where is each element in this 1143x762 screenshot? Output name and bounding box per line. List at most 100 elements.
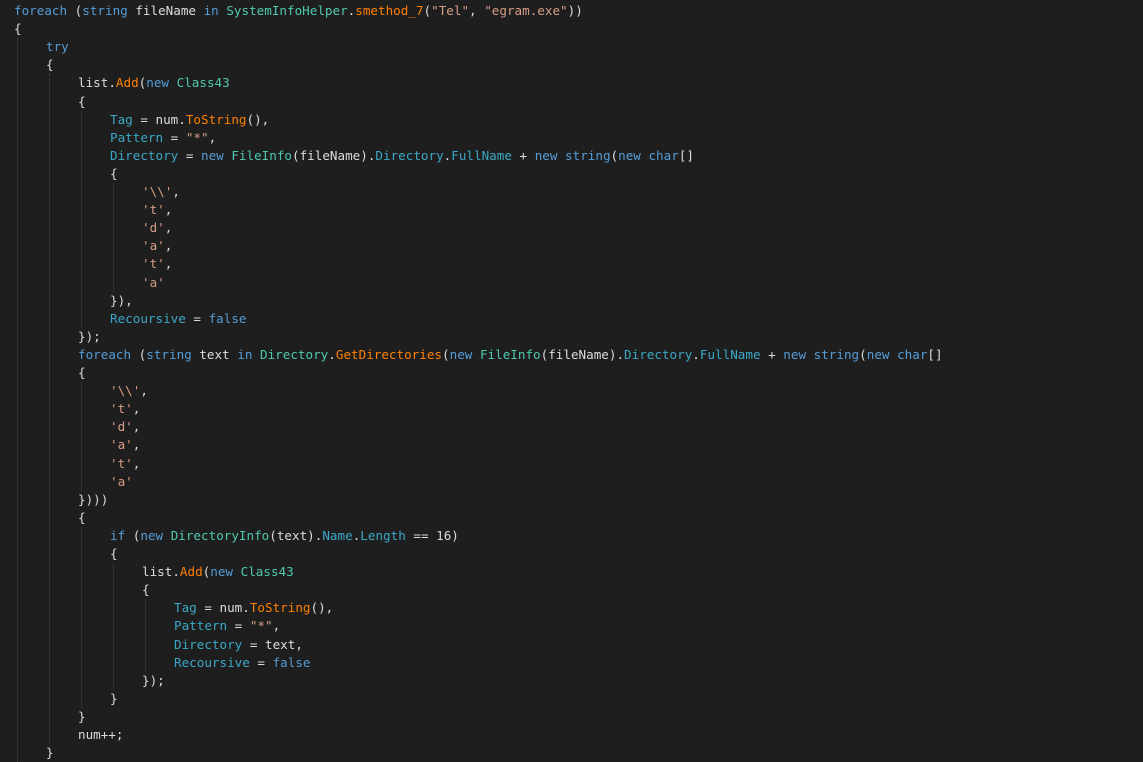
code-token: "*" [249, 618, 273, 634]
code-line[interactable]: Pattern = "*", [110, 129, 216, 147]
code-line[interactable]: }), [110, 292, 133, 310]
code-line[interactable]: Pattern = "*", [174, 617, 280, 635]
code-token: , [164, 256, 173, 272]
code-token: Directory [624, 346, 693, 362]
code-token: } [46, 745, 54, 761]
code-line[interactable]: }))) [78, 491, 108, 509]
code-line[interactable]: 'd', [142, 219, 172, 237]
code-line[interactable]: { [14, 20, 22, 38]
code-token: = [249, 654, 273, 670]
code-line[interactable]: 'a', [110, 436, 140, 454]
code-token: = text, [242, 636, 303, 652]
code-line[interactable]: foreach (string text in Directory.GetDir… [78, 346, 943, 364]
code-token: (), [310, 600, 334, 616]
code-line[interactable]: Directory = new FileInfo(fileName).Direc… [110, 147, 694, 165]
code-line[interactable]: { [78, 93, 86, 111]
code-line[interactable]: Recoursive = false [174, 654, 311, 672]
indent-guide [113, 183, 114, 292]
code-token: new [534, 147, 558, 163]
code-token: Add [179, 564, 203, 580]
code-line[interactable]: num++; [78, 726, 124, 744]
code-line[interactable]: { [110, 165, 118, 183]
code-token: fileName [127, 3, 204, 18]
code-line[interactable]: 'a' [110, 473, 133, 491]
code-token: "*" [185, 129, 209, 145]
code-token: , [469, 3, 485, 18]
code-token: { [110, 546, 118, 561]
code-line[interactable]: { [78, 509, 86, 527]
code-token: foreach [78, 346, 132, 362]
code-token: 't' [110, 401, 133, 417]
code-line[interactable]: } [110, 690, 118, 708]
code-token: Tag [174, 600, 197, 616]
code-line[interactable]: if (new DirectoryInfo(text).Name.Length … [110, 527, 459, 545]
code-token: { [78, 365, 86, 380]
code-line[interactable]: foreach (string fileName in SystemInfoHe… [14, 2, 583, 20]
code-token: num++; [78, 727, 124, 742]
code-line[interactable]: 't', [110, 400, 140, 418]
code-token: new [783, 346, 807, 362]
code-line[interactable]: }); [78, 328, 101, 346]
code-line[interactable]: }); [142, 672, 165, 690]
code-line[interactable]: } [46, 744, 54, 762]
code-token: = [178, 147, 201, 163]
code-token: string [82, 3, 128, 18]
code-token: (fileName). [292, 147, 376, 163]
code-token: new [146, 75, 170, 91]
code-token: GetDirectories [335, 346, 443, 362]
code-line[interactable]: Directory = text, [174, 636, 303, 654]
code-line[interactable]: '\\', [110, 382, 148, 400]
code-line[interactable]: { [78, 364, 86, 382]
code-token: new [618, 147, 641, 163]
code-token: in [203, 3, 219, 18]
code-line[interactable]: 'd', [110, 418, 140, 436]
code-line[interactable]: { [142, 581, 150, 599]
code-token: = num. [132, 111, 186, 127]
indent-guide [81, 110, 82, 328]
code-line[interactable]: 'a', [142, 237, 172, 255]
code-line[interactable]: Tag = num.ToString(), [174, 599, 333, 617]
code-line[interactable]: { [110, 545, 118, 563]
code-line[interactable]: list.Add(new Class43 [142, 563, 294, 581]
code-token: list. [142, 564, 180, 580]
code-line[interactable]: list.Add(new Class43 [78, 74, 230, 92]
code-token: text [191, 346, 238, 362]
code-token: "egram.exe" [484, 3, 568, 18]
code-token: == 16) [405, 527, 459, 543]
code-token: (fileName). [540, 346, 625, 362]
code-token: )) [567, 3, 583, 18]
code-line[interactable]: 't', [142, 255, 172, 273]
code-token: [] [927, 346, 943, 362]
code-token: 'a' [110, 473, 133, 489]
code-token: . [692, 346, 700, 362]
code-token: list. [78, 75, 116, 91]
code-line[interactable]: 't', [110, 455, 140, 473]
code-token: 't' [142, 256, 165, 272]
code-line[interactable]: 't', [142, 201, 172, 219]
code-line[interactable]: { [46, 56, 54, 74]
code-line[interactable]: '\\', [142, 183, 180, 201]
code-token: char [897, 346, 928, 362]
code-token: { [46, 57, 54, 73]
code-line[interactable]: Tag = num.ToString(), [110, 111, 269, 129]
code-token: ( [442, 346, 450, 362]
code-line[interactable]: Recoursive = false [110, 310, 247, 328]
code-token: ToString [249, 600, 311, 616]
code-token: string [813, 346, 860, 362]
code-token: = num. [196, 600, 250, 616]
code-token: char [648, 147, 679, 163]
code-token: }))) [78, 491, 109, 507]
code-token: Pattern [174, 618, 228, 634]
code-token: new [201, 147, 224, 163]
code-token: FileInfo [231, 147, 293, 163]
code-line[interactable]: } [78, 708, 86, 726]
code-token: Directory [260, 346, 329, 362]
code-line[interactable]: 'a' [142, 274, 165, 292]
code-token: . [328, 346, 336, 362]
code-editor[interactable]: foreach (string fileName in SystemInfoHe… [0, 0, 1143, 762]
code-line[interactable]: try [46, 38, 69, 56]
